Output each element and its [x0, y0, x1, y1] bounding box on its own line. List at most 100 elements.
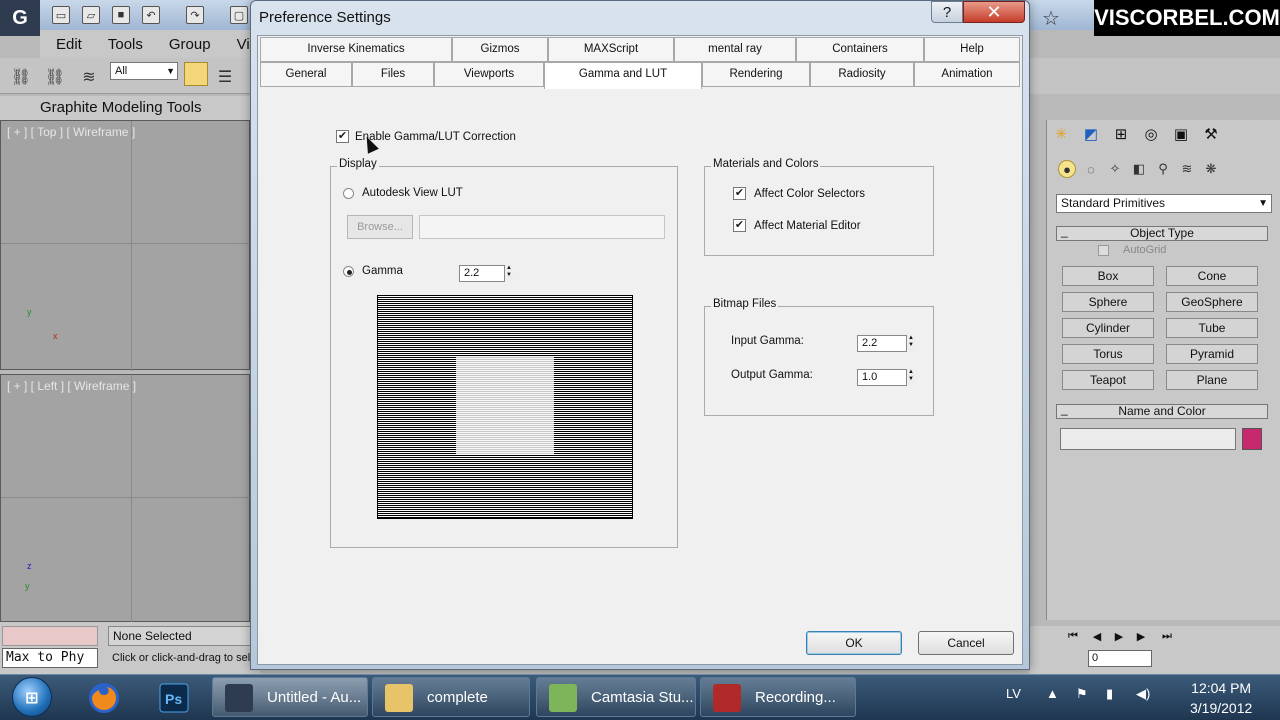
- systems-icon[interactable]: ❋: [1202, 160, 1220, 178]
- hierarchy-tab-icon[interactable]: ⊞: [1110, 124, 1132, 144]
- lights-icon[interactable]: ✧: [1106, 160, 1124, 178]
- play-icon[interactable]: ▶: [1110, 629, 1128, 643]
- name-and-color-rollout[interactable]: _ Name and Color: [1056, 403, 1268, 419]
- torus-button[interactable]: Torus: [1062, 344, 1154, 364]
- autodesk-lut-radio[interactable]: [343, 187, 354, 199]
- undo-icon[interactable]: ↶: [142, 6, 160, 24]
- redo-icon[interactable]: ↷: [186, 6, 204, 24]
- select-object-button[interactable]: [184, 62, 208, 86]
- affect-material-editor-checkbox[interactable]: ✔: [733, 219, 746, 232]
- tube-button[interactable]: Tube: [1166, 318, 1258, 338]
- geosphere-button[interactable]: GeoSphere: [1166, 292, 1258, 312]
- viewport-top[interactable]: [ + ] [ Top ] [ Wireframe ] y x: [0, 120, 251, 371]
- browse-button[interactable]: Browse...: [347, 215, 413, 239]
- gamma-spinner[interactable]: 2.2 ▲ ▼: [459, 265, 513, 282]
- cone-button[interactable]: Cone: [1166, 266, 1258, 286]
- viewport-left[interactable]: [ + ] [ Left ] [ Wireframe ] z y: [0, 374, 251, 623]
- spinner-arrows-icon[interactable]: ▲ ▼: [906, 369, 915, 386]
- utilities-tab-icon[interactable]: ⚒: [1200, 124, 1222, 144]
- cylinder-button[interactable]: Cylinder: [1062, 318, 1154, 338]
- viewport-top-label[interactable]: [ + ] [ Top ] [ Wireframe ]: [7, 125, 135, 139]
- cameras-icon[interactable]: ◧: [1130, 160, 1148, 178]
- go-to-start-icon[interactable]: ⏮: [1064, 629, 1082, 643]
- modify-tab-icon[interactable]: ◩: [1080, 124, 1102, 144]
- output-gamma-spinner[interactable]: 1.0 ▲ ▼: [857, 369, 915, 386]
- teapot-button[interactable]: Teapot: [1062, 370, 1154, 390]
- unlink-icon[interactable]: ⛓: [44, 66, 66, 88]
- task-3dsmax[interactable]: Untitled - Au...: [212, 677, 368, 717]
- ribbon-label[interactable]: Graphite Modeling Tools: [0, 96, 260, 120]
- action-center-icon[interactable]: ⚑: [1076, 686, 1088, 702]
- close-icon[interactable]: ✕: [963, 1, 1025, 23]
- spacewarps-icon[interactable]: ≋: [1178, 160, 1196, 178]
- project-folder-icon[interactable]: ▢: [230, 6, 248, 24]
- show-hidden-icons-icon[interactable]: ▲: [1046, 686, 1059, 701]
- ok-button[interactable]: OK: [806, 631, 902, 655]
- object-color-swatch[interactable]: [1242, 428, 1262, 450]
- save-icon[interactable]: ■: [112, 6, 130, 24]
- tab-help[interactable]: Help: [924, 37, 1020, 62]
- spinner-arrows-icon[interactable]: ▲ ▼: [504, 265, 513, 282]
- tab-gizmos[interactable]: Gizmos: [452, 37, 548, 62]
- affect-color-selectors-row[interactable]: ✔ Affect Color Selectors: [733, 187, 865, 200]
- menu-edit[interactable]: Edit: [56, 36, 82, 53]
- language-indicator[interactable]: LV: [1006, 686, 1021, 701]
- sphere-button[interactable]: Sphere: [1062, 292, 1154, 312]
- go-to-end-icon[interactable]: ⏭: [1158, 629, 1176, 643]
- tab-inverse-kinematics[interactable]: Inverse Kinematics: [260, 37, 452, 62]
- link-icon[interactable]: ⛓: [10, 66, 32, 88]
- system-clock[interactable]: 12:04 PM 3/19/2012: [1190, 678, 1252, 718]
- tab-general[interactable]: General: [260, 62, 352, 87]
- menu-group[interactable]: Group: [169, 36, 211, 53]
- selection-filter-dropdown[interactable]: All ▼: [110, 62, 178, 80]
- gamma-option[interactable]: Gamma: [343, 265, 403, 277]
- task-recording[interactable]: Recording...: [700, 677, 856, 717]
- pyramid-button[interactable]: Pyramid: [1166, 344, 1258, 364]
- tab-files[interactable]: Files: [352, 62, 434, 87]
- select-by-name-icon[interactable]: ☰: [214, 66, 236, 88]
- viewport-left-label[interactable]: [ + ] [ Left ] [ Wireframe ]: [7, 379, 136, 393]
- tab-rendering[interactable]: Rendering: [702, 62, 810, 87]
- maxscript-mini-listener[interactable]: Max to Phy: [2, 648, 98, 668]
- app-logo-icon[interactable]: G: [0, 0, 40, 36]
- tab-gamma-and-lut[interactable]: Gamma and LUT: [544, 62, 702, 89]
- firefox-icon[interactable]: [82, 680, 126, 716]
- volume-icon[interactable]: ◀): [1136, 686, 1150, 702]
- menu-views[interactable]: Vi: [237, 36, 250, 53]
- lut-path-field[interactable]: [419, 215, 665, 239]
- autogrid-checkbox[interactable]: AutoGrid: [1098, 244, 1166, 256]
- shapes-icon[interactable]: ◌: [1082, 160, 1100, 178]
- bind-spacewarp-icon[interactable]: ≋: [78, 66, 100, 88]
- open-file-icon[interactable]: ▱: [82, 6, 100, 24]
- cancel-button[interactable]: Cancel: [918, 631, 1014, 655]
- plane-button[interactable]: Plane: [1166, 370, 1258, 390]
- network-icon[interactable]: ▮: [1106, 686, 1113, 702]
- gamma-radio[interactable]: [343, 265, 354, 277]
- star-icon[interactable]: ☆: [1042, 6, 1060, 31]
- enable-gamma-lut-checkbox[interactable]: ✔: [336, 130, 349, 143]
- display-tab-icon[interactable]: ▣: [1170, 124, 1192, 144]
- object-type-rollout[interactable]: _ Object Type: [1056, 225, 1268, 241]
- start-button[interactable]: ⊞: [12, 677, 52, 717]
- input-gamma-spinner[interactable]: 2.2 ▲ ▼: [857, 335, 915, 352]
- helpers-icon[interactable]: ⚲: [1154, 160, 1172, 178]
- motion-tab-icon[interactable]: ◎: [1140, 124, 1162, 144]
- object-name-input[interactable]: [1060, 428, 1236, 450]
- create-tab-icon[interactable]: ✳: [1050, 124, 1072, 144]
- task-complete-folder[interactable]: complete: [372, 677, 530, 717]
- autodesk-lut-option[interactable]: Autodesk View LUT: [343, 187, 463, 199]
- previous-frame-icon[interactable]: ◀: [1088, 629, 1106, 643]
- geometry-type-dropdown[interactable]: Standard Primitives ▼: [1056, 194, 1272, 213]
- photoshop-icon[interactable]: Ps: [152, 680, 196, 716]
- new-file-icon[interactable]: ▭: [52, 6, 70, 24]
- geometry-icon[interactable]: ●: [1058, 160, 1076, 178]
- next-frame-icon[interactable]: ▶: [1132, 629, 1150, 643]
- affect-material-editor-row[interactable]: ✔ Affect Material Editor: [733, 219, 861, 232]
- tab-mental-ray[interactable]: mental ray: [674, 37, 796, 62]
- current-frame-input[interactable]: 0: [1088, 650, 1152, 667]
- affect-color-selectors-checkbox[interactable]: ✔: [733, 187, 746, 200]
- tab-maxscript[interactable]: MAXScript: [548, 37, 674, 62]
- help-icon[interactable]: ?: [931, 1, 963, 23]
- task-camtasia[interactable]: Camtasia Stu...: [536, 677, 696, 717]
- tab-animation[interactable]: Animation: [914, 62, 1020, 87]
